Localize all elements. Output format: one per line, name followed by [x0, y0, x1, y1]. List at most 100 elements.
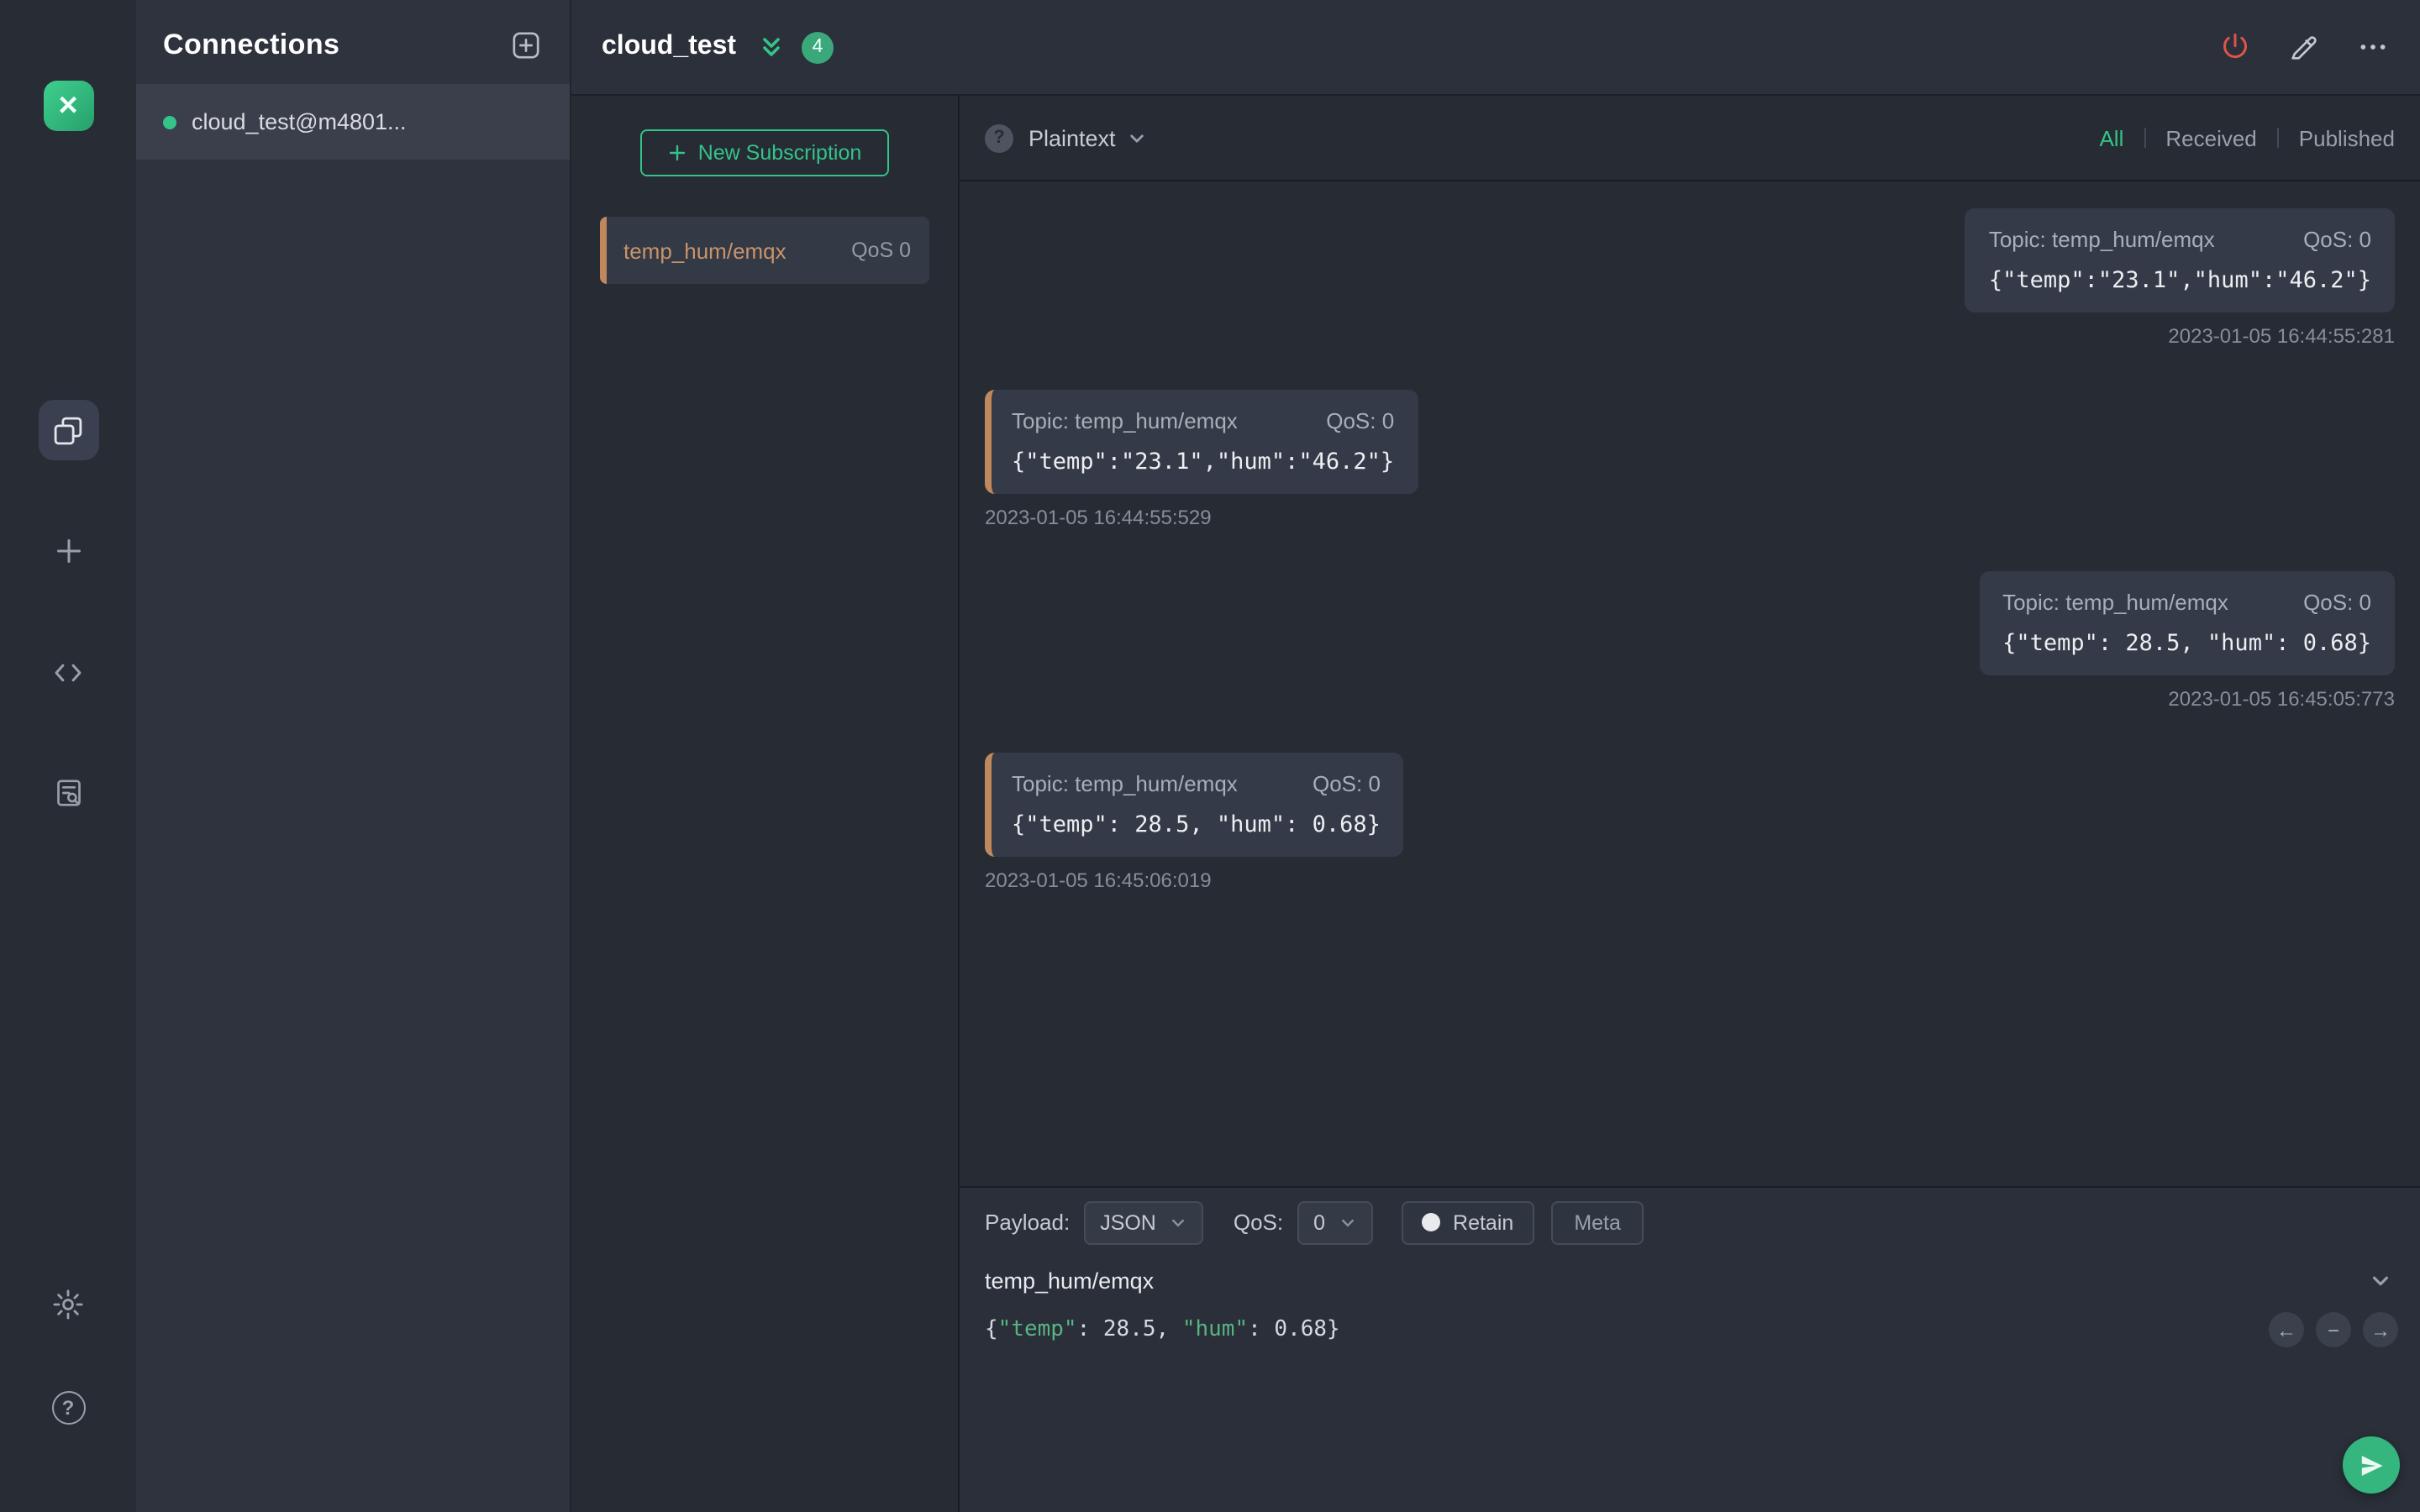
sidebar-bottom: ?: [38, 1273, 98, 1425]
connection-status-dot: [163, 115, 176, 129]
payload-format-select[interactable]: Plaintext: [1028, 125, 1146, 150]
subscription-accent-bar: [600, 217, 607, 284]
message-received: Topic: temp_hum/emqx QoS: 0 {"temp":"23.…: [985, 390, 1418, 529]
message-list: Topic: temp_hum/emqx QoS: 0 {"temp":"23.…: [960, 181, 2420, 1186]
message-timestamp: 2023-01-05 16:45:06:019: [985, 869, 1212, 892]
connections-title: Connections: [163, 29, 340, 60]
subscription-topic: temp_hum/emqx: [623, 238, 786, 263]
editor-collapse-button[interactable]: −: [2316, 1312, 2351, 1347]
publish-topic-row: [960, 1257, 2420, 1305]
message-payload: {"temp":"23.1","hum":"46.2"}: [1988, 267, 2371, 294]
nav-connections-button[interactable]: [38, 400, 98, 460]
retain-toggle[interactable]: Retain: [1401, 1200, 1534, 1244]
message-qos: QoS: 0: [2303, 227, 2371, 252]
qos-label: QoS:: [1233, 1210, 1284, 1235]
payload-editor-line: {"temp": 28.5, "hum": 0.68}: [985, 1317, 1340, 1342]
message-timestamp: 2023-01-05 16:45:05:773: [2168, 687, 2395, 711]
question-icon: ?: [61, 1396, 75, 1420]
editor-next-button[interactable]: →: [2363, 1312, 2398, 1347]
main-area: cloud_test 4 New Subscription temp_hum/e…: [571, 0, 2420, 1512]
filter-published[interactable]: Published: [2299, 125, 2395, 150]
gear-icon: [50, 1286, 86, 1321]
message-filters: All Received Published: [2099, 125, 2395, 150]
connections-stack-icon: [50, 412, 86, 448]
qos-dropdown-value: 0: [1313, 1210, 1326, 1234]
subscription-qos: QoS 0: [851, 239, 911, 262]
subscription-item[interactable]: temp_hum/emqx QoS 0: [600, 217, 929, 284]
mqttx-logo: ×: [43, 81, 93, 131]
payload-format-help-icon[interactable]: ?: [985, 123, 1013, 152]
message-topic: Topic: temp_hum/emqx: [1012, 771, 1238, 796]
editor-nav: ← − →: [2269, 1312, 2398, 1347]
logo-glyph: ×: [58, 87, 78, 124]
chevron-double-down-icon[interactable]: [760, 35, 783, 59]
left-icon-sidebar: × ?: [0, 0, 136, 1512]
subscriptions-panel: New Subscription temp_hum/emqx QoS 0: [571, 96, 960, 1512]
message-bubble[interactable]: Topic: temp_hum/emqx QoS: 0 {"temp": 28.…: [1979, 571, 2395, 675]
help-button[interactable]: ?: [51, 1391, 85, 1425]
connection-item[interactable]: cloud_test@m4801...: [136, 84, 570, 160]
more-options-button[interactable]: [2356, 30, 2390, 64]
payload-format-dropdown-value: JSON: [1100, 1210, 1156, 1234]
app-window: × ? Connections cloud_test@m4801... clou…: [0, 0, 2420, 1512]
connection-title: cloud_test: [602, 32, 737, 60]
editor-prev-button[interactable]: ←: [2269, 1312, 2304, 1347]
filter-separator: [2276, 128, 2279, 148]
ellipsis-icon: [2356, 30, 2390, 64]
message-topic: Topic: temp_hum/emqx: [2002, 590, 2228, 615]
message-bubble[interactable]: Topic: temp_hum/emqx QoS: 0 {"temp":"23.…: [985, 390, 1418, 494]
payload-editor[interactable]: {"temp": 28.5, "hum": 0.68} ← − →: [960, 1305, 2420, 1512]
power-icon: [2218, 30, 2252, 64]
message-bubble[interactable]: Topic: temp_hum/emqx QoS: 0 {"temp":"23.…: [1965, 208, 2395, 312]
messages-panel: ? Plaintext All Received Published Topic…: [960, 96, 2420, 1512]
connections-panel: Connections cloud_test@m4801...: [136, 0, 571, 1512]
main-body: New Subscription temp_hum/emqx QoS 0 ? P…: [571, 96, 2420, 1512]
nav-new-connection-button[interactable]: [38, 521, 98, 581]
nav-script-button[interactable]: [38, 642, 98, 702]
chevron-down-icon: [2370, 1270, 2391, 1292]
connection-header: cloud_test 4: [571, 0, 2420, 96]
messages-toolbar: ? Plaintext All Received Published: [960, 96, 2420, 181]
payload-format-dropdown[interactable]: JSON: [1083, 1200, 1203, 1244]
settings-button[interactable]: [38, 1273, 98, 1334]
connections-header: Connections: [136, 0, 570, 84]
collapse-publish-button[interactable]: [2366, 1267, 2395, 1295]
message-timestamp: 2023-01-05 16:44:55:281: [2168, 324, 2395, 348]
message-payload: {"temp":"23.1","hum":"46.2"}: [1012, 449, 1395, 475]
log-search-icon: [51, 776, 85, 810]
paper-plane-icon: [2357, 1451, 2386, 1479]
message-qos: QoS: 0: [1312, 771, 1381, 796]
square-plus-icon: [509, 29, 543, 62]
plus-icon: [51, 534, 85, 568]
filter-received[interactable]: Received: [2165, 125, 2256, 150]
topic-input[interactable]: [985, 1268, 2366, 1294]
message-bubble[interactable]: Topic: temp_hum/emqx QoS: 0 {"temp": 28.…: [985, 753, 1404, 857]
chevron-down-icon: [1170, 1214, 1186, 1231]
nav-log-button[interactable]: [38, 763, 98, 823]
plus-icon: [668, 143, 688, 163]
add-connection-button[interactable]: [509, 29, 543, 62]
disconnect-button[interactable]: [2218, 30, 2252, 64]
message-published: Topic: temp_hum/emqx QoS: 0 {"temp": 28.…: [1979, 571, 2395, 711]
qos-dropdown[interactable]: 0: [1297, 1200, 1373, 1244]
payload-label: Payload:: [985, 1210, 1071, 1235]
pencil-icon: [2287, 30, 2321, 64]
payload-format-value: Plaintext: [1028, 125, 1116, 150]
message-payload: {"temp": 28.5, "hum": 0.68}: [1012, 811, 1381, 838]
sidebar-nav: [38, 400, 98, 823]
message-topic: Topic: temp_hum/emqx: [1012, 408, 1238, 433]
message-timestamp: 2023-01-05 16:44:55:529: [985, 506, 1212, 529]
publish-controls: Payload: JSON QoS: 0 Retain Meta: [960, 1188, 2420, 1257]
filter-all[interactable]: All: [2099, 125, 2123, 150]
chevron-down-icon: [1128, 129, 1146, 147]
code-icon: [50, 654, 86, 690]
message-qos: QoS: 0: [2303, 590, 2371, 615]
send-button[interactable]: [2343, 1436, 2400, 1494]
header-actions: [2218, 30, 2390, 64]
new-subscription-button[interactable]: New Subscription: [640, 129, 889, 176]
publish-panel: Payload: JSON QoS: 0 Retain Meta temp_hu…: [960, 1186, 2420, 1512]
edit-connection-button[interactable]: [2287, 30, 2321, 64]
retain-radio-icon: [1421, 1213, 1440, 1231]
meta-button[interactable]: Meta: [1550, 1200, 1644, 1244]
message-qos: QoS: 0: [1326, 408, 1395, 433]
